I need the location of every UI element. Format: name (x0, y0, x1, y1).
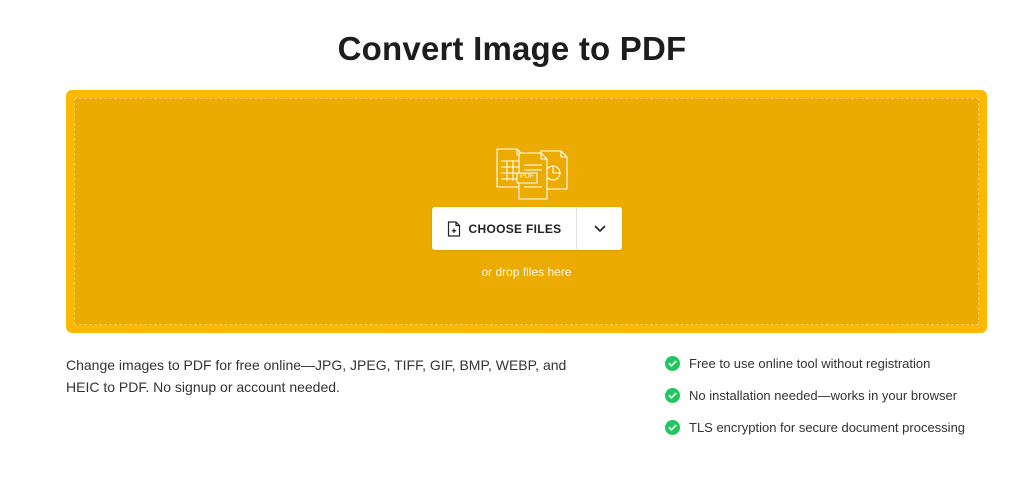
chevron-down-icon (594, 225, 605, 232)
check-circle-icon (665, 387, 680, 403)
page-title: Convert Image to PDF (337, 30, 687, 67)
choose-files-button[interactable]: CHOOSE FILES (432, 207, 577, 250)
feature-item: No installation needed—works in your bro… (665, 386, 1005, 404)
page: Convert Image to PDF PDF CHOOSE FILES or… (0, 0, 1024, 492)
file-add-icon (447, 220, 460, 237)
check-circle-icon (665, 419, 680, 435)
feature-text: Free to use online tool without registra… (689, 355, 931, 371)
check-circle-icon (665, 355, 680, 371)
choose-files-label: CHOOSE FILES (468, 221, 562, 236)
upload-options-dropdown[interactable] (577, 207, 622, 250)
pdf-badge: PDF (520, 173, 534, 180)
feature-list: Free to use online tool without registra… (665, 354, 1005, 450)
feature-item: Free to use online tool without registra… (665, 354, 1005, 372)
tool-description: Change images to PDF for free online—JPG… (66, 357, 567, 395)
dropzone[interactable]: PDF CHOOSE FILES or drop files here (66, 90, 987, 333)
feature-text: TLS encryption for secure document proce… (689, 419, 966, 435)
feature-item: TLS encryption for secure document proce… (665, 418, 1005, 436)
feature-text: No installation needed—works in your bro… (689, 387, 958, 403)
choose-files-group: CHOOSE FILES (432, 207, 622, 250)
drop-hint: or drop files here (481, 265, 572, 279)
dropzone-area[interactable]: PDF CHOOSE FILES or drop files here (74, 98, 979, 325)
